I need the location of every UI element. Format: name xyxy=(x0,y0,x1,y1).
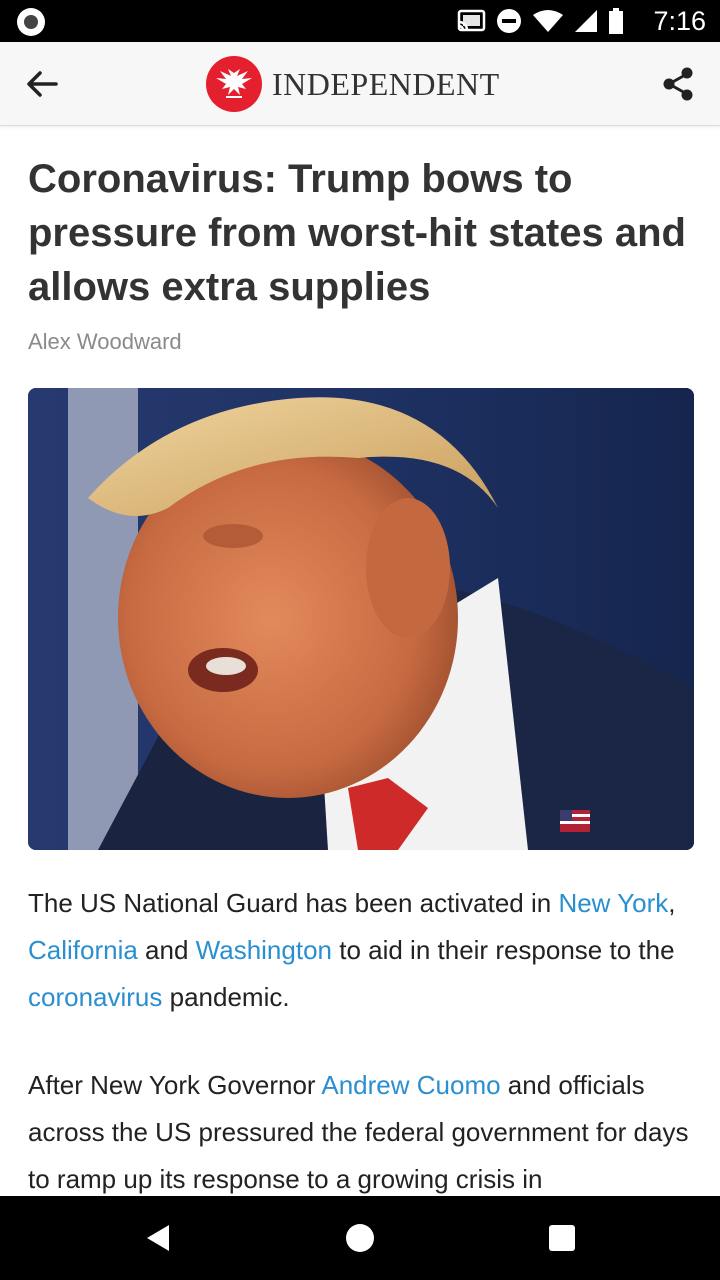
share-button[interactable] xyxy=(656,62,700,106)
system-nav-bar xyxy=(0,1196,720,1280)
brand: INDEPENDENT xyxy=(206,56,500,112)
battery-icon xyxy=(609,8,623,34)
status-time: 7:16 xyxy=(653,6,706,36)
article: Coronavirus: Trump bows to pressure from… xyxy=(28,126,694,850)
nav-back-button[interactable] xyxy=(136,1216,180,1260)
article-paragraph: The US National Guard has been activated… xyxy=(28,888,676,1012)
article-paragraph: After New York Governor Andrew Cuomo and… xyxy=(28,1070,689,1194)
nav-recents-button[interactable] xyxy=(540,1216,584,1260)
signal-icon xyxy=(575,10,597,32)
arrow-left-icon xyxy=(27,71,58,97)
share-icon xyxy=(663,67,693,101)
wifi-icon xyxy=(533,10,563,32)
back-triangle-icon xyxy=(147,1225,169,1251)
status-bar: 7:16 xyxy=(0,0,720,42)
back-button[interactable] xyxy=(20,62,64,106)
link-new-york[interactable]: New York xyxy=(558,888,668,918)
link-andrew-cuomo[interactable]: Andrew Cuomo xyxy=(321,1070,500,1100)
notification-dot-icon xyxy=(17,8,45,36)
article-body: The US National Guard has been activated… xyxy=(28,880,694,1244)
home-circle-icon xyxy=(346,1224,374,1252)
do-not-disturb-icon xyxy=(497,9,521,33)
eagle-logo-icon xyxy=(206,56,262,112)
article-headline: Coronavirus: Trump bows to pressure from… xyxy=(28,157,686,309)
app-bar: INDEPENDENT xyxy=(0,42,720,126)
cast-icon xyxy=(457,9,486,32)
recents-square-icon xyxy=(549,1225,575,1251)
nav-home-button[interactable] xyxy=(338,1216,382,1260)
link-coronavirus[interactable]: coronavirus xyxy=(28,982,162,1012)
brand-name: INDEPENDENT xyxy=(272,65,500,102)
link-washington[interactable]: Washington xyxy=(196,935,332,965)
article-byline: Alex Woodward xyxy=(28,329,182,354)
link-california[interactable]: California xyxy=(28,935,138,965)
article-hero-image[interactable] xyxy=(28,388,694,850)
status-icons xyxy=(456,8,624,34)
